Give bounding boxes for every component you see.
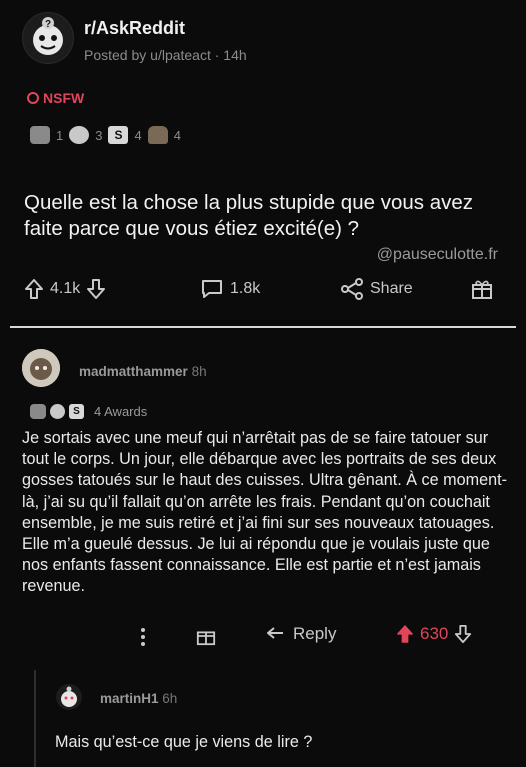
reply-body: Mais qu’est-ce que je viens de lire ? — [55, 733, 313, 751]
upvote-count: 4.1k — [50, 280, 81, 297]
reply-username[interactable]: martinH1 — [100, 691, 159, 706]
reply-time: 6h — [162, 691, 178, 706]
comment-username[interactable]: madmatthammer — [79, 364, 188, 379]
share-button[interactable]: Share — [340, 278, 413, 300]
reply-button[interactable]: Reply — [265, 624, 336, 644]
reply-avatar[interactable] — [56, 684, 82, 710]
gift-icon — [196, 631, 216, 646]
reply-icon — [267, 627, 283, 639]
more-options-button[interactable] — [140, 626, 146, 648]
wholesome-icon — [69, 126, 90, 144]
award-button[interactable] — [470, 278, 494, 300]
reply-author[interactable]: martinH1 6h — [100, 691, 177, 706]
award-count: 4 — [134, 127, 142, 143]
downvote-icon[interactable] — [454, 624, 472, 644]
silver-icon: S — [69, 404, 84, 419]
snoo-question-icon: ? — [33, 17, 63, 55]
watermark: @pauseculotte.fr — [376, 246, 498, 263]
gift-icon — [472, 280, 492, 299]
thread-line[interactable] — [34, 670, 36, 767]
nsfw-badge: NSFW — [27, 90, 84, 106]
comment-actions: Reply 630 — [22, 624, 512, 652]
comment-vote-group: 630 — [396, 624, 472, 644]
comment-time: 8h — [191, 364, 207, 379]
comment-award-button[interactable] — [195, 626, 217, 646]
svg-text:?: ? — [45, 19, 51, 30]
upvote-icon[interactable] — [24, 278, 44, 300]
share-icon — [341, 278, 363, 300]
poop-icon — [147, 126, 168, 144]
comment-avatar[interactable] — [22, 349, 60, 387]
comment-icon — [202, 280, 222, 298]
snoo-avatar-icon — [61, 686, 77, 707]
award-count: 1 — [56, 127, 64, 143]
comments-button[interactable]: 1.8k — [200, 278, 260, 300]
comment-author[interactable]: madmatthammer 8h — [79, 364, 207, 379]
subreddit-avatar[interactable]: ? — [22, 12, 74, 64]
posted-by: Posted by u/lpateact · 14h — [84, 47, 247, 63]
reply-label: Reply — [293, 624, 337, 643]
comment-count: 1.8k — [230, 280, 261, 297]
comment-body: Je sortais avec une meuf qui n’arrêtait … — [22, 429, 507, 596]
post-awards[interactable]: 1 3 S 4 4 — [30, 126, 181, 144]
nsfw-label: NSFW — [43, 90, 85, 106]
post-title: Quelle est la chose la plus stupide que … — [24, 191, 473, 240]
vote-group: 4.1k — [24, 278, 106, 300]
award-icon — [30, 126, 50, 144]
award-count: 3 — [95, 127, 103, 143]
screenshot-divider — [10, 326, 516, 328]
subreddit-name[interactable]: r/AskReddit — [84, 18, 185, 39]
wholesome-icon — [50, 404, 65, 419]
comment-awards[interactable]: S 4 Awards — [30, 404, 147, 419]
snoo-avatar-icon — [22, 349, 60, 387]
more-vertical-icon — [141, 628, 145, 646]
awards-label: 4 Awards — [94, 404, 148, 419]
award-icon — [30, 404, 46, 419]
award-count: 4 — [173, 127, 181, 143]
downvote-icon[interactable] — [86, 278, 106, 300]
silver-icon: S — [108, 126, 129, 144]
share-label: Share — [370, 280, 413, 297]
upvote-filled-icon[interactable] — [396, 624, 414, 644]
comment-score: 630 — [420, 624, 449, 643]
nsfw-icon — [27, 92, 39, 104]
post-actions: 4.1k 1.8k Share — [24, 278, 504, 304]
